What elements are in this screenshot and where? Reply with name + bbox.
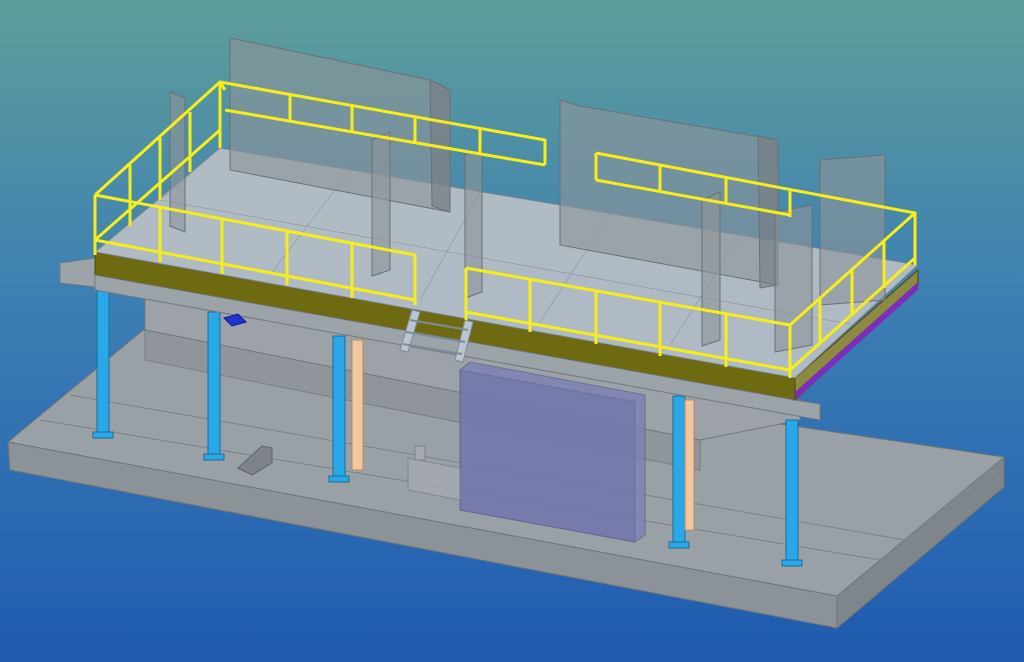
panel-c <box>371 131 391 277</box>
panel-d <box>464 147 483 299</box>
panel-f <box>701 191 721 347</box>
timber-post-2 <box>684 399 695 531</box>
panel-h <box>774 204 813 353</box>
cad-3d-viewport[interactable] <box>0 0 1024 662</box>
mezzanine-platform-model <box>7 37 1005 630</box>
timber-post-1 <box>351 339 364 471</box>
